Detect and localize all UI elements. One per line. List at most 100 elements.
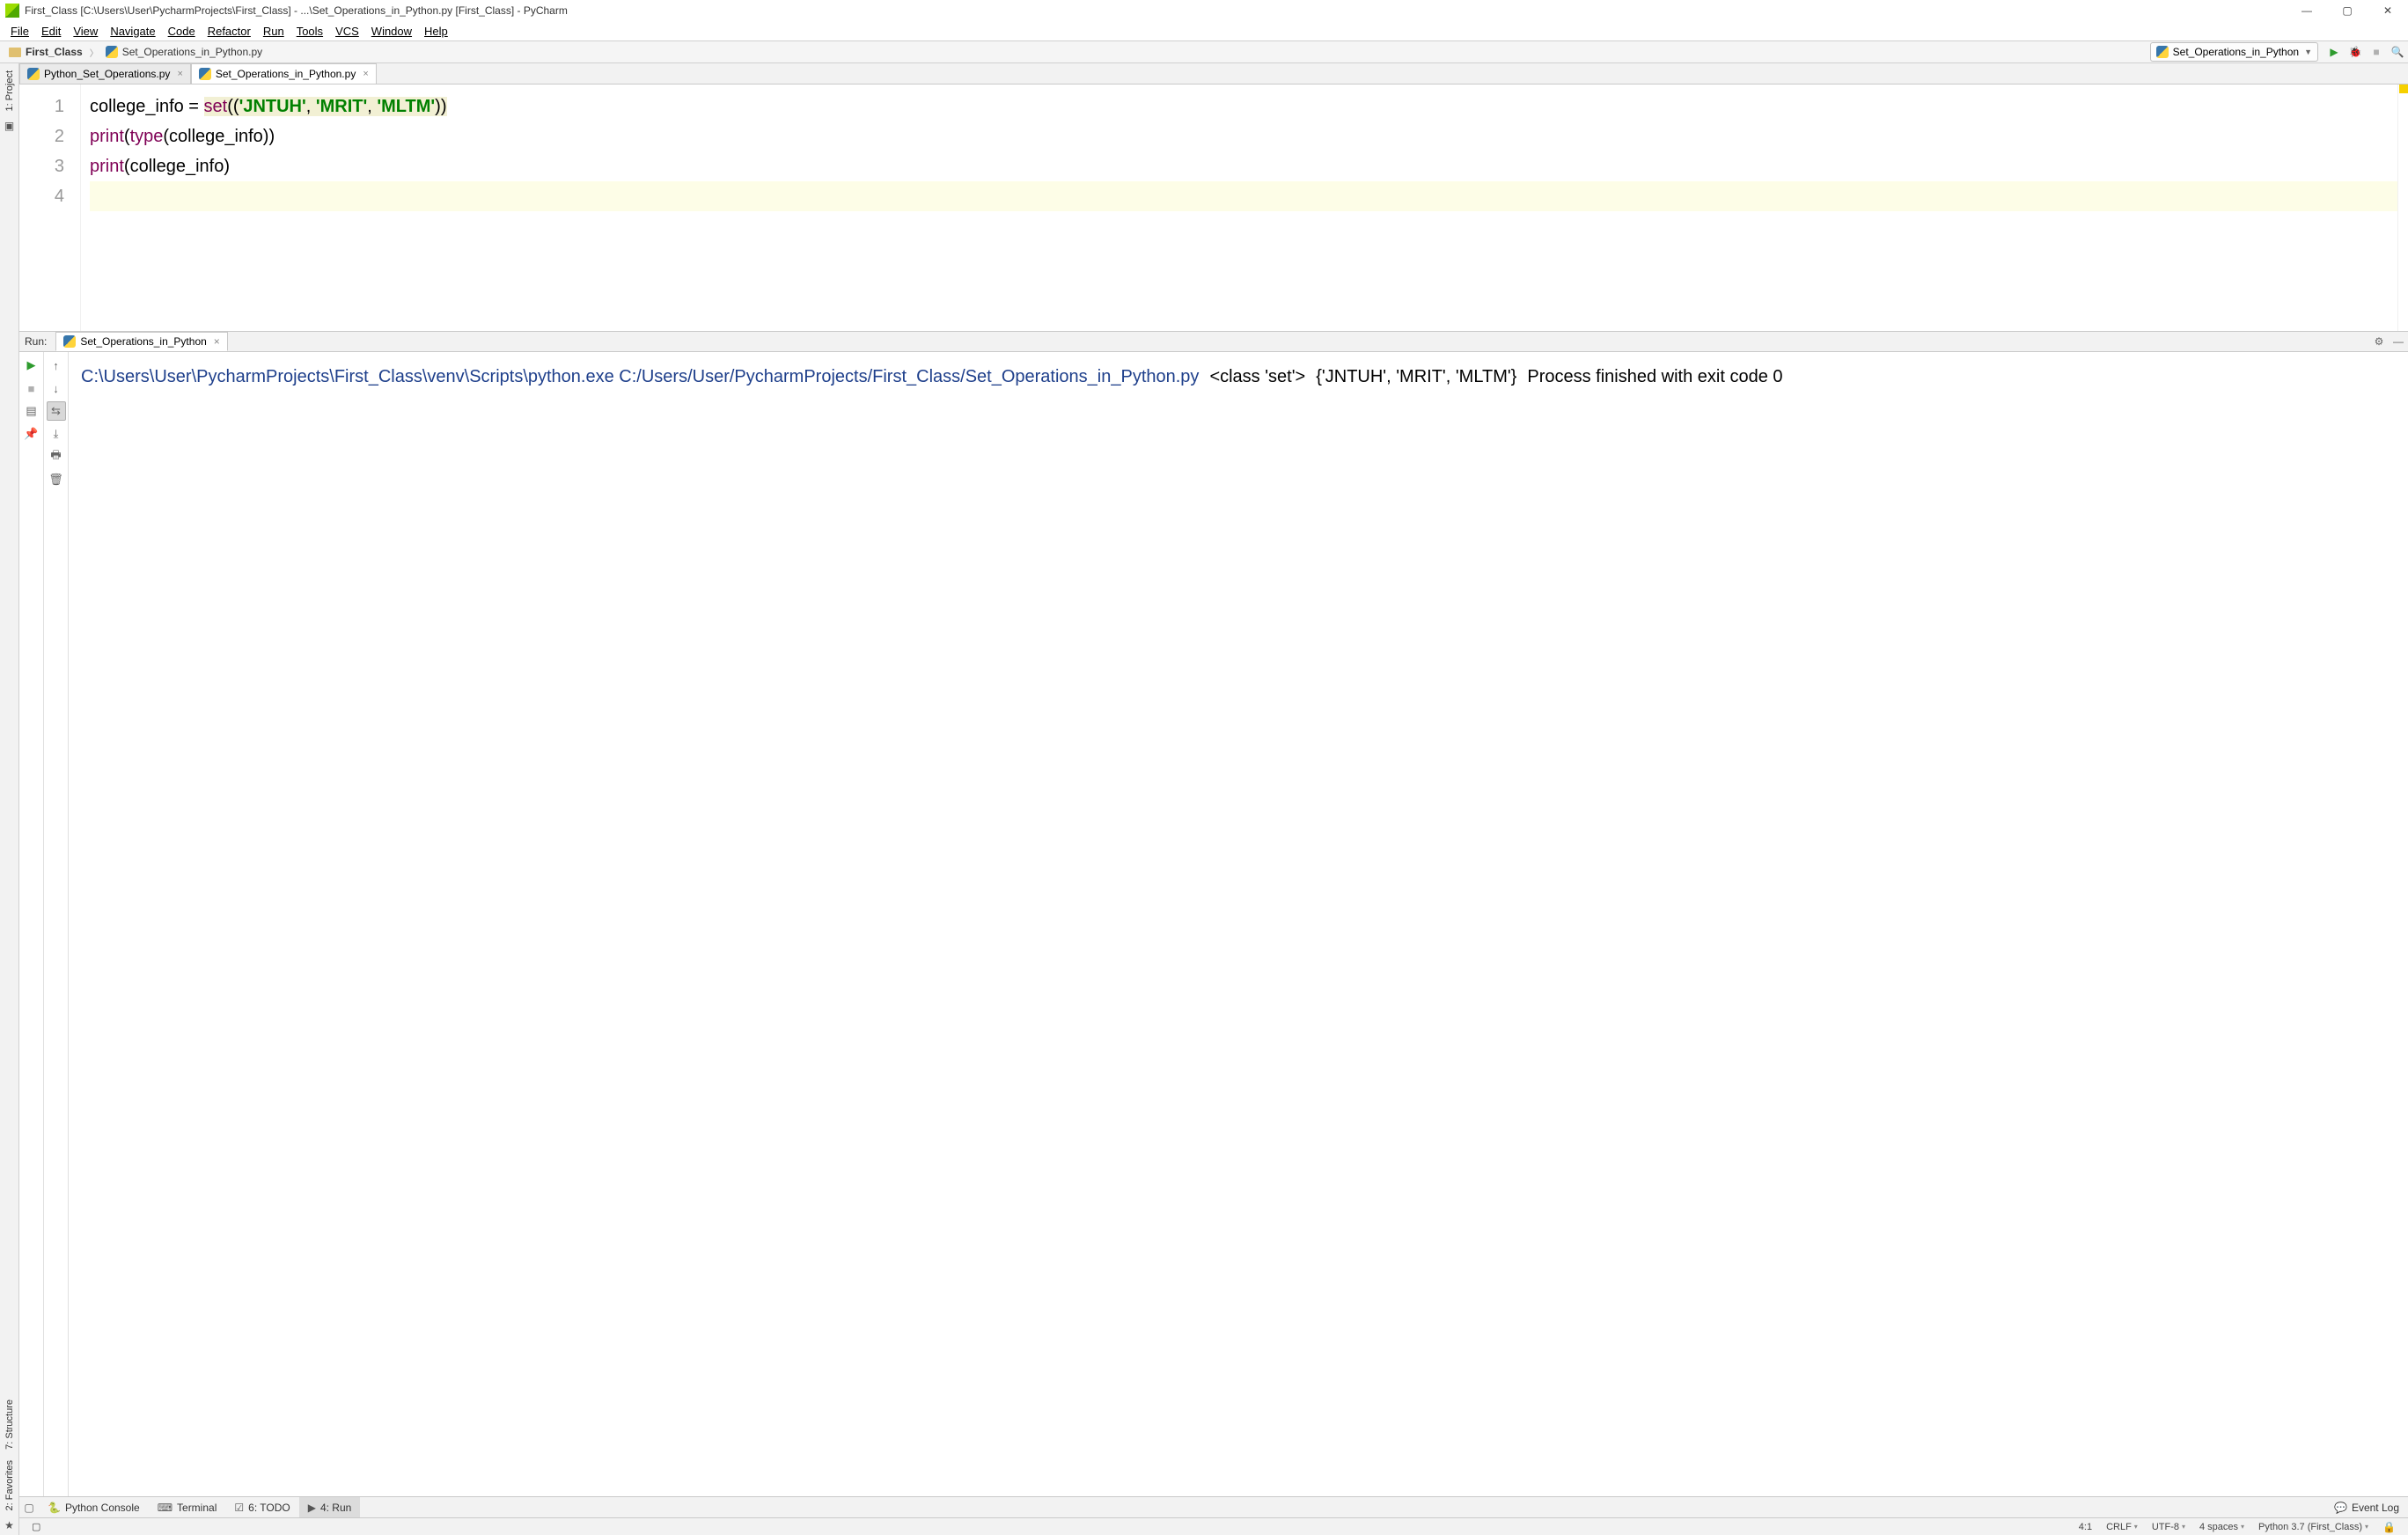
chevron-down-icon: ▼ (2304, 48, 2312, 56)
pin-icon[interactable]: 📌 (22, 424, 41, 444)
window-minimize-button[interactable]: — (2287, 0, 2327, 21)
menu-tools[interactable]: Tools (291, 23, 328, 40)
console-line: Process finished with exit code 0 (1527, 367, 1782, 386)
soft-wrap-button[interactable]: ⇆ (47, 401, 66, 421)
menu-window[interactable]: Window (366, 23, 417, 40)
pycharm-app-icon (5, 4, 19, 18)
menu-help[interactable]: Help (419, 23, 453, 40)
code-area[interactable]: college_info = set(('JNTUH', 'MRIT', 'ML… (81, 84, 2397, 331)
stop-button[interactable]: ■ (2366, 41, 2387, 62)
lock-icon[interactable]: 🔒 (2375, 1521, 2403, 1533)
debug-button[interactable]: 🐞 (2345, 41, 2366, 62)
up-icon[interactable]: ↑ (47, 356, 66, 375)
code-line-1: college_info = set(('JNTUH', 'MRIT', 'ML… (90, 97, 447, 116)
inspection-indicator-icon[interactable] (2399, 84, 2408, 93)
close-tab-icon[interactable]: × (214, 335, 220, 348)
close-tab-icon[interactable]: × (177, 69, 182, 79)
python-file-icon (2156, 46, 2169, 58)
quick-access-icon[interactable]: ▢ (19, 1502, 39, 1514)
status-caret-position[interactable]: 4:1 (2072, 1522, 2099, 1532)
run-toolbar-left-2: ↑ ↓ ⇆ ⤓ 🖶 🗑 (44, 352, 69, 1496)
python-icon: 🐍 (48, 1502, 61, 1514)
run-button[interactable]: ▶ (2324, 41, 2345, 62)
title-bar: First_Class [C:\Users\User\PycharmProjec… (0, 0, 2408, 21)
print-icon[interactable]: 🖶 (47, 447, 66, 466)
menu-file[interactable]: File (5, 23, 34, 40)
run-tool-window-header: Run: Set_Operations_in_Python × ⚙ — (19, 331, 2408, 352)
line-number: 2 (19, 121, 64, 151)
code-line-2: print(type(college_info)) (90, 127, 275, 146)
menu-navigate[interactable]: Navigate (105, 23, 160, 40)
search-everywhere-button[interactable]: 🔍 (2387, 41, 2408, 62)
close-tab-icon[interactable]: × (363, 69, 368, 79)
status-messages-icon[interactable]: ▢ (25, 1521, 48, 1532)
menu-run[interactable]: Run (258, 23, 290, 40)
terminal-tab[interactable]: ⌨ Terminal (149, 1497, 226, 1517)
status-bar: ▢ 4:1 CRLF▾ UTF-8▾ 4 spaces▾ Python 3.7 … (19, 1517, 2408, 1535)
breadcrumb-file-label: Set_Operations_in_Python.py (122, 46, 262, 58)
gear-icon[interactable]: ⚙ (2369, 332, 2389, 351)
code-line-3: print(college_info) (90, 157, 230, 176)
breadcrumb-file[interactable]: Set_Operations_in_Python.py (100, 41, 268, 62)
run-config-label: Set_Operations_in_Python (2173, 46, 2299, 58)
breadcrumb-project[interactable]: First_Class (4, 41, 88, 62)
console-line: <class 'set'> (1209, 367, 1305, 386)
status-encoding[interactable]: UTF-8▾ (2145, 1522, 2192, 1532)
tab-label: Terminal (177, 1502, 217, 1514)
trash-icon[interactable]: 🗑 (47, 470, 66, 489)
console-line: {'JNTUH', 'MRIT', 'MLTM'} (1316, 367, 1516, 386)
python-console-tab[interactable]: 🐍 Python Console (39, 1497, 149, 1517)
sidebar-favorites-tab[interactable]: 2: Favorites (4, 1460, 15, 1510)
editor-error-stripe[interactable] (2397, 84, 2408, 331)
run-tab-label: Set_Operations_in_Python (80, 335, 206, 348)
folder-icon (9, 48, 21, 57)
menu-view[interactable]: View (68, 23, 103, 40)
menu-refactor[interactable]: Refactor (202, 23, 256, 40)
status-line-separator[interactable]: CRLF▾ (2099, 1522, 2145, 1532)
event-log-tab[interactable]: 💬 Event Log (2325, 1497, 2408, 1517)
console-output[interactable]: C:\Users\User\PycharmProjects\First_Clas… (69, 352, 2408, 1496)
editor-tab-set-operations-in-python[interactable]: Set_Operations_in_Python.py × (191, 63, 377, 84)
window-close-button[interactable]: ✕ (2368, 0, 2408, 21)
status-interpreter[interactable]: Python 3.7 (First_Class)▾ (2251, 1522, 2375, 1532)
tab-label: 6: TODO (248, 1502, 290, 1514)
todo-icon: ☑ (234, 1502, 244, 1514)
menu-code[interactable]: Code (163, 23, 201, 40)
tab-label: Event Log (2352, 1502, 2399, 1514)
line-number: 4 (19, 181, 64, 211)
star-icon: ★ (4, 1519, 16, 1531)
bubble-icon: 💬 (2334, 1502, 2347, 1514)
window-maximize-button[interactable]: ▢ (2327, 0, 2368, 21)
scroll-to-end-button[interactable]: ⤓ (47, 424, 66, 444)
rerun-button[interactable]: ▶ (22, 356, 41, 375)
todo-tab[interactable]: ☑ 6: TODO (225, 1497, 298, 1517)
run-config-selector[interactable]: Set_Operations_in_Python ▼ (2150, 42, 2318, 62)
python-file-icon (27, 68, 40, 80)
run-tab[interactable]: Set_Operations_in_Python × (55, 332, 227, 351)
tab-label: 4: Run (320, 1502, 351, 1514)
python-file-icon (106, 46, 118, 58)
breadcrumb-separator-icon: 〉 (88, 46, 100, 59)
editor-tab-python-set-operations[interactable]: Python_Set_Operations.py × (19, 63, 191, 84)
menu-edit[interactable]: Edit (36, 23, 66, 40)
sidebar-structure-tab[interactable]: 7: Structure (4, 1399, 15, 1450)
console-line: C:\Users\User\PycharmProjects\First_Clas… (81, 367, 619, 386)
layout-button[interactable]: ▤ (22, 401, 41, 421)
bottom-tool-tabs: ▢ 🐍 Python Console ⌨ Terminal ☑ 6: TODO … (19, 1496, 2408, 1517)
collapse-icon[interactable]: ▣ (4, 120, 16, 132)
editor-tab-label: Python_Set_Operations.py (44, 68, 170, 80)
sidebar-project-tab[interactable]: 1: Project (4, 70, 15, 111)
terminal-icon: ⌨ (158, 1502, 173, 1514)
status-indent[interactable]: 4 spaces▾ (2192, 1522, 2251, 1532)
python-file-icon (63, 335, 76, 348)
editor-tab-row: Python_Set_Operations.py × Set_Operation… (19, 63, 2408, 84)
editor-tab-label: Set_Operations_in_Python.py (216, 68, 356, 80)
tab-label: Python Console (65, 1502, 140, 1514)
stop-process-button[interactable]: ■ (22, 378, 41, 398)
menu-vcs[interactable]: VCS (330, 23, 364, 40)
code-editor[interactable]: 1 2 3 4 college_info = set(('JNTUH', 'MR… (19, 84, 2408, 331)
line-number: 1 (19, 92, 64, 121)
minimize-panel-icon[interactable]: — (2389, 332, 2408, 351)
run-tab-bottom[interactable]: ▶ 4: Run (299, 1497, 361, 1517)
down-icon[interactable]: ↓ (47, 378, 66, 398)
